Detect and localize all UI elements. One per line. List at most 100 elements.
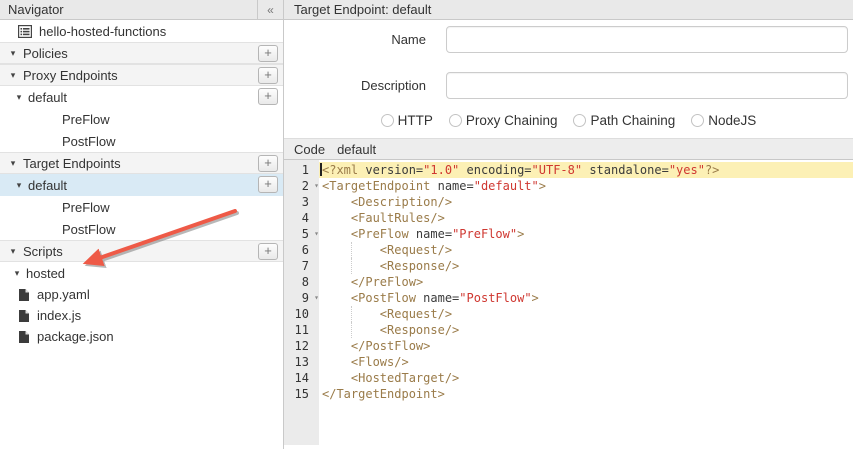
code-panel-header: Code default xyxy=(284,139,853,160)
nav-section-target-endpoints[interactable]: ▾ Target Endpoints + xyxy=(0,152,283,174)
code-line: 5▾ <PreFlow name="PreFlow"> xyxy=(284,226,853,242)
line-number: 12 xyxy=(284,338,319,354)
nav-item-proxy-endpoint-default[interactable]: ▾ default + xyxy=(0,86,283,108)
chevron-down-icon: ▾ xyxy=(8,158,18,169)
all-badge: All xyxy=(14,112,52,127)
radio-label: Path Chaining xyxy=(590,113,675,128)
chevron-down-icon: ▾ xyxy=(8,48,18,59)
all-badge: All xyxy=(14,200,52,215)
code-line: 1<?xml version="1.0" encoding="UTF-8" st… xyxy=(284,162,853,178)
nav-item-hosted-folder[interactable]: ▾ hosted xyxy=(0,262,283,284)
endpoint-label: default xyxy=(28,178,67,193)
code-line: 6 <Request/> xyxy=(284,242,853,258)
radio-path-chaining[interactable]: Path Chaining xyxy=(573,113,675,128)
chevron-down-icon: ▾ xyxy=(14,92,24,103)
file-label: index.js xyxy=(37,308,81,323)
code-line: 10 <Request/> xyxy=(284,306,853,322)
radio-nodejs[interactable]: NodeJS xyxy=(691,113,756,128)
code-line: 3 <Description/> xyxy=(284,194,853,210)
nav-item-proxy-preflow[interactable]: All PreFlow xyxy=(0,108,283,130)
code-line: 9▾ <PostFlow name="PostFlow"> xyxy=(284,290,853,306)
nav-item-file-index-js[interactable]: index.js xyxy=(0,305,283,326)
file-label: app.yaml xyxy=(37,287,90,302)
radio-label: HTTP xyxy=(398,113,433,128)
name-input[interactable] xyxy=(446,26,848,53)
code-line: 11 <Response/> xyxy=(284,322,853,338)
code-line-text[interactable]: <Response/> xyxy=(319,258,853,274)
panel-title: Target Endpoint: default xyxy=(284,2,431,17)
indent-guide xyxy=(351,258,352,274)
code-line-text[interactable]: <PostFlow name="PostFlow"> xyxy=(319,290,853,306)
code-line-text[interactable]: <Response/> xyxy=(319,322,853,338)
add-flow-button[interactable]: + xyxy=(258,88,278,105)
add-script-button[interactable]: + xyxy=(258,243,278,260)
add-policy-button[interactable]: + xyxy=(258,45,278,62)
all-badge: All xyxy=(14,134,52,149)
code-line-text[interactable]: <HostedTarget/> xyxy=(319,370,853,386)
nav-item-target-endpoint-default[interactable]: ▾ default + xyxy=(0,174,283,196)
indent-guide xyxy=(351,322,352,338)
nav-item-target-preflow[interactable]: All PreFlow xyxy=(0,196,283,218)
line-number: 4 xyxy=(284,210,319,226)
nav-item-proxy-postflow[interactable]: All PostFlow xyxy=(0,130,283,152)
nav-item-bundle[interactable]: hello-hosted-functions xyxy=(0,20,283,42)
description-input[interactable] xyxy=(446,72,848,99)
name-label: Name xyxy=(284,32,426,47)
radio-circle-icon xyxy=(691,114,704,127)
section-label: Policies xyxy=(23,46,68,61)
bundle-list-icon xyxy=(18,25,32,38)
radio-label: NodeJS xyxy=(708,113,756,128)
code-line-text[interactable]: <Request/> xyxy=(319,306,853,322)
line-number: 7 xyxy=(284,258,319,274)
all-badge: All xyxy=(14,222,52,237)
nav-item-file-app-yaml[interactable]: app.yaml xyxy=(0,284,283,305)
line-number: 10 xyxy=(284,306,319,322)
code-line-text[interactable]: </PostFlow> xyxy=(319,338,853,354)
nav-section-policies[interactable]: ▾ Policies + xyxy=(0,42,283,64)
radio-proxy-chaining[interactable]: Proxy Chaining xyxy=(449,113,558,128)
nav-item-target-postflow[interactable]: All PostFlow xyxy=(0,218,283,240)
add-target-endpoint-button[interactable]: + xyxy=(258,155,278,172)
file-icon xyxy=(19,289,29,301)
code-line-text[interactable]: <?xml version="1.0" encoding="UTF-8" sta… xyxy=(319,162,853,178)
code-line-text[interactable]: </TargetEndpoint> xyxy=(319,386,853,402)
code-line: 14 <HostedTarget/> xyxy=(284,370,853,386)
code-line: 12 </PostFlow> xyxy=(284,338,853,354)
collapse-navigator-button[interactable]: « xyxy=(257,0,283,19)
radio-http[interactable]: HTTP xyxy=(381,113,433,128)
add-flow-button[interactable]: + xyxy=(258,176,278,193)
code-line-text[interactable]: <FaultRules/> xyxy=(319,210,853,226)
nav-item-file-package-json[interactable]: package.json xyxy=(0,326,283,347)
nav-section-scripts[interactable]: ▾ Scripts + xyxy=(0,240,283,262)
nav-section-proxy-endpoints[interactable]: ▾ Proxy Endpoints + xyxy=(0,64,283,86)
chevron-down-icon: ▾ xyxy=(12,268,22,279)
section-label: Target Endpoints xyxy=(23,156,121,171)
code-file-label: default xyxy=(325,142,376,157)
xml-code-editor[interactable]: 1<?xml version="1.0" encoding="UTF-8" st… xyxy=(284,160,853,449)
code-line-text[interactable]: <TargetEndpoint name="default"> xyxy=(319,178,853,194)
folder-label: hosted xyxy=(26,266,65,281)
indent-guide xyxy=(351,306,352,322)
bundle-label: hello-hosted-functions xyxy=(39,24,166,39)
code-line-text[interactable]: <Flows/> xyxy=(319,354,853,370)
code-line-text[interactable]: <Description/> xyxy=(319,194,853,210)
flow-label: PostFlow xyxy=(62,134,115,149)
code-line-text[interactable]: </PreFlow> xyxy=(319,274,853,290)
chevron-down-icon: ▾ xyxy=(8,70,18,81)
app-window: Navigator « hello-hosted-functions ▾ Pol… xyxy=(0,0,853,449)
add-proxy-endpoint-button[interactable]: + xyxy=(258,67,278,84)
line-number: 14 xyxy=(284,370,319,386)
flow-label: PreFlow xyxy=(62,200,110,215)
indent-guide xyxy=(351,242,352,258)
line-number: 5▾ xyxy=(284,226,319,242)
navigator-title: Navigator xyxy=(0,2,257,17)
radio-label: Proxy Chaining xyxy=(466,113,558,128)
endpoint-form: Name Description HTTP Proxy Chaining P xyxy=(284,20,853,139)
radio-circle-icon xyxy=(449,114,462,127)
code-line-text[interactable]: <PreFlow name="PreFlow"> xyxy=(319,226,853,242)
chevron-down-icon: ▾ xyxy=(8,246,18,257)
text-cursor xyxy=(320,163,322,176)
flow-label: PreFlow xyxy=(62,112,110,127)
flow-label: PostFlow xyxy=(62,222,115,237)
code-line-text[interactable]: <Request/> xyxy=(319,242,853,258)
